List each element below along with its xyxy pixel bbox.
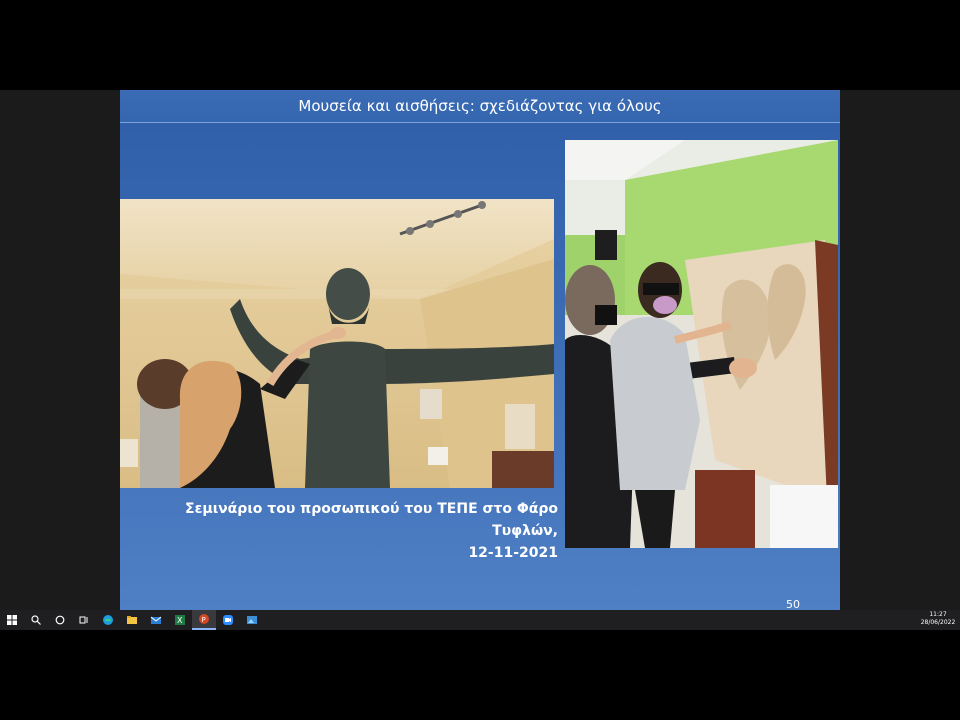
edge-button[interactable] [96, 610, 120, 630]
slide-title: Μουσεία και αισθήσεις: σχεδιάζοντας για … [298, 97, 662, 115]
clock-date: 28/06/2022 [920, 619, 956, 626]
photo-statue-image [120, 199, 554, 488]
task-view-button[interactable] [72, 610, 96, 630]
powerpoint-button[interactable]: P [192, 610, 216, 630]
excel-icon: X [175, 615, 185, 625]
circle-icon [55, 615, 65, 625]
taskbar: X P 11:27 28/06/2022 [0, 610, 960, 630]
folder-icon [127, 616, 137, 624]
caption-line-2: 12-11-2021 [468, 545, 558, 561]
start-button[interactable] [0, 610, 24, 630]
windows-icon [7, 615, 17, 625]
system-clock[interactable]: 11:27 28/06/2022 [918, 611, 958, 627]
photos-icon [247, 616, 257, 624]
cortana-button[interactable] [48, 610, 72, 630]
photo-relief [565, 140, 838, 548]
screen: Μουσεία και αισθήσεις: σχεδιάζοντας για … [0, 0, 960, 720]
slide: Μουσεία και αισθήσεις: σχεδιάζοντας για … [120, 90, 840, 610]
slide-number: 50 [786, 598, 800, 610]
caption-line-1: Σεμινάριο του προσωπικού του ΤΕΠΕ στο Φά… [185, 501, 558, 539]
slide-caption: Σεμινάριο του προσωπικού του ΤΕΠΕ στο Φά… [130, 498, 558, 564]
edge-icon [103, 615, 113, 625]
powerpoint-icon: P [199, 614, 209, 624]
file-explorer-button[interactable] [120, 610, 144, 630]
photos-button[interactable] [240, 610, 264, 630]
task-view-icon [79, 616, 88, 624]
svg-text:P: P [202, 616, 206, 624]
search-button[interactable] [24, 610, 48, 630]
photo-statue [120, 199, 554, 488]
zoom-button[interactable] [216, 610, 240, 630]
svg-text:X: X [177, 616, 183, 625]
zoom-icon [223, 615, 233, 625]
clock-time: 11:27 [929, 611, 947, 618]
excel-button[interactable]: X [168, 610, 192, 630]
mail-icon [150, 616, 162, 624]
photo-relief-image [565, 140, 838, 548]
search-icon [31, 615, 41, 625]
mail-button[interactable] [144, 610, 168, 630]
